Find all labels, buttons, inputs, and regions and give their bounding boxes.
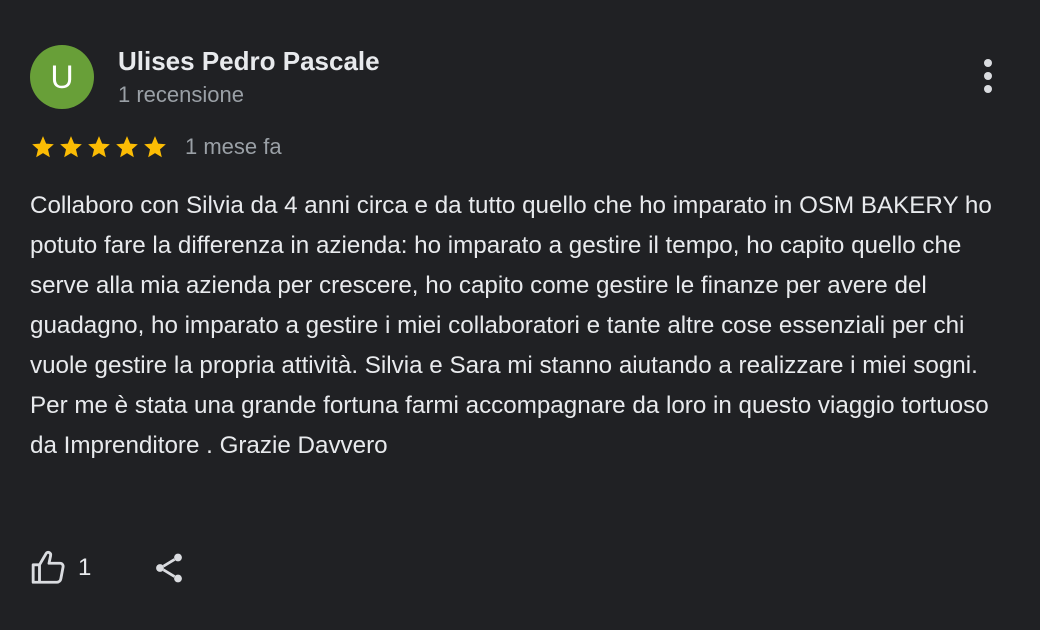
avatar[interactable]: U [30,45,94,109]
thumb-up-icon [31,550,65,584]
author-review-count[interactable]: 1 recensione [118,82,244,108]
share-button[interactable] [151,550,187,586]
review-card: U Ulises Pedro Pascale 1 recensione 1 me… [0,0,1040,630]
star-icon [116,136,138,158]
more-options-button[interactable] [968,56,1008,96]
star-icon [144,136,166,158]
review-date: 1 mese fa [185,134,282,159]
rating-row: 1 mese fa [30,132,282,162]
share-icon [156,553,183,583]
star-icon [88,136,110,158]
review-actions: 1 [30,545,187,591]
like-button[interactable]: 1 [30,549,91,587]
avatar-initial: U [50,58,74,95]
star-icon [32,136,54,158]
more-vert-icon [984,59,992,93]
star-rating [30,134,168,160]
like-count: 1 [78,554,92,581]
review-text: Collaboro con Silvia da 4 anni circa e d… [30,192,992,459]
author-name[interactable]: Ulises Pedro Pascale [118,46,380,77]
star-icon [60,136,82,158]
